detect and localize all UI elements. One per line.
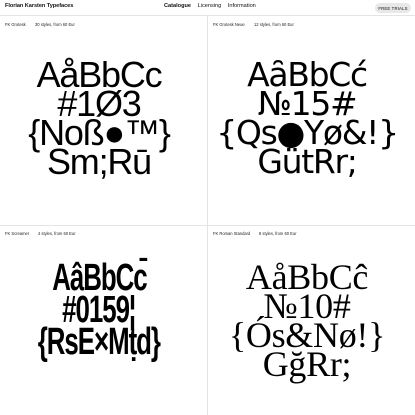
font-name: FK Grotesk: [5, 22, 26, 27]
font-name: FK Grotesk Neue: [213, 22, 245, 27]
type-specimen: AåBbCc #1Ø3 {Nоß●™} Sm;Rū: [0, 57, 199, 180]
font-card-fk-roman-standard[interactable]: FK Roman Standard 8 styles, from 60 Eur …: [213, 225, 413, 415]
site-header: Florian Karsten Typefaces Catalogue Lice…: [0, 0, 415, 16]
brand-logo[interactable]: Florian Karsten Typefaces: [5, 3, 73, 9]
font-card-fk-screamer[interactable]: FK Screamer 4 styles, from 60 Eur AâBbCc…: [5, 225, 205, 415]
nav-catalogue[interactable]: Catalogue: [164, 3, 191, 9]
font-card-fk-grotesk-neue[interactable]: FK Grotesk Neue 12 styles, from 60 Eur A…: [213, 16, 413, 225]
type-specimen: AȃBbCć №15# {Qs●Yø&!} GütRr;: [207, 58, 407, 178]
nav-information[interactable]: Information: [228, 3, 256, 9]
main-nav: Catalogue Licensing Information: [164, 3, 261, 9]
font-styles-count: 30 styles, from 60 Eur: [35, 22, 75, 27]
specimen-line: {RsE×Mṭd}: [37, 321, 161, 363]
font-card-fk-grotesk[interactable]: FK Grotesk 30 styles, from 60 Eur AåBbCc…: [5, 16, 205, 225]
free-trials-button[interactable]: FREE TRIALS: [375, 3, 411, 13]
type-specimen: AâBbCc̄ #0159¦ {RsE×Mṭd}: [0, 259, 199, 363]
font-styles-count: 8 styles, from 60 Eur: [259, 231, 297, 236]
type-specimen: AåBbCĉ №10# {Ós&Nø!} GğRr;: [207, 259, 407, 382]
font-name: FK Screamer: [5, 231, 30, 236]
font-styles-count: 12 styles, from 60 Eur: [254, 22, 294, 27]
catalogue-page: Florian Karsten Typefaces Catalogue Lice…: [0, 0, 415, 415]
font-styles-count: 4 styles, from 60 Eur: [38, 231, 76, 236]
font-name: FK Roman Standard: [213, 231, 251, 236]
nav-licensing[interactable]: Licensing: [198, 3, 222, 9]
